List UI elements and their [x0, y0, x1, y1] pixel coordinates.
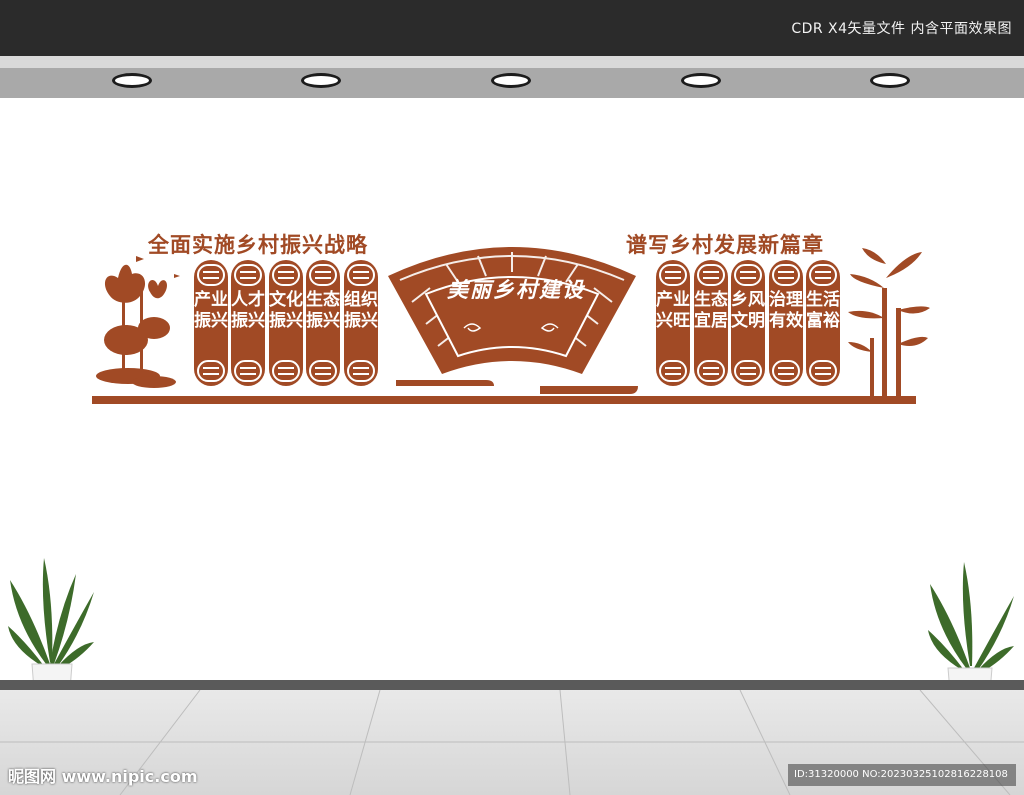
panel-left-3: 文化振兴	[269, 260, 303, 386]
panel-label: 产业兴旺	[656, 290, 690, 331]
panel-label: 文化振兴	[269, 290, 303, 331]
file-info-label: CDR X4矢量文件 内含平面效果图	[791, 21, 1012, 37]
ceiling-light	[112, 73, 152, 88]
base-rail	[92, 396, 916, 404]
fan-emblem	[388, 247, 638, 394]
panel-label: 生活富裕	[806, 290, 840, 331]
panel-label: 乡风文明	[731, 290, 765, 331]
bamboo-decoration	[848, 248, 930, 398]
panel-label: 治理有效	[769, 290, 803, 331]
panel-left-4: 生态振兴	[306, 260, 340, 386]
watermark: 昵图网 www.nipic.com	[8, 767, 198, 786]
ceiling-light	[681, 73, 721, 88]
panel-right-2: 生态宜居	[694, 260, 728, 386]
panel-left-2: 人才振兴	[231, 260, 265, 386]
center-title: 美丽乡村建设	[447, 277, 585, 302]
image-id-label: ID:31320000 NO:20230325102816228108	[788, 764, 1016, 786]
panel-label: 生态振兴	[306, 290, 340, 331]
ceiling-light	[301, 73, 341, 88]
top-bar: CDR X4矢量文件 内含平面效果图	[0, 0, 1024, 56]
panel-right-1: 产业兴旺	[656, 260, 690, 386]
panel-label: 产业振兴	[194, 290, 228, 331]
panel-right-4: 治理有效	[769, 260, 803, 386]
ceiling-light	[870, 73, 910, 88]
panel-right-5: 生活富裕	[806, 260, 840, 386]
left-slogan: 全面实施乡村振兴战略	[148, 233, 368, 257]
ceiling-trim	[0, 56, 1024, 68]
skirting-board	[0, 680, 1024, 690]
panel-label: 人才振兴	[231, 290, 265, 331]
panel-left-1: 产业振兴	[194, 260, 228, 386]
panel-right-3: 乡风文明	[731, 260, 765, 386]
panel-label: 生态宜居	[694, 290, 728, 331]
lotus-decoration	[96, 256, 180, 388]
right-slogan: 谱写乡村发展新篇章	[626, 233, 824, 257]
ceiling-light	[491, 73, 531, 88]
panel-left-5: 组织振兴	[344, 260, 378, 386]
panel-label: 组织振兴	[344, 290, 378, 331]
